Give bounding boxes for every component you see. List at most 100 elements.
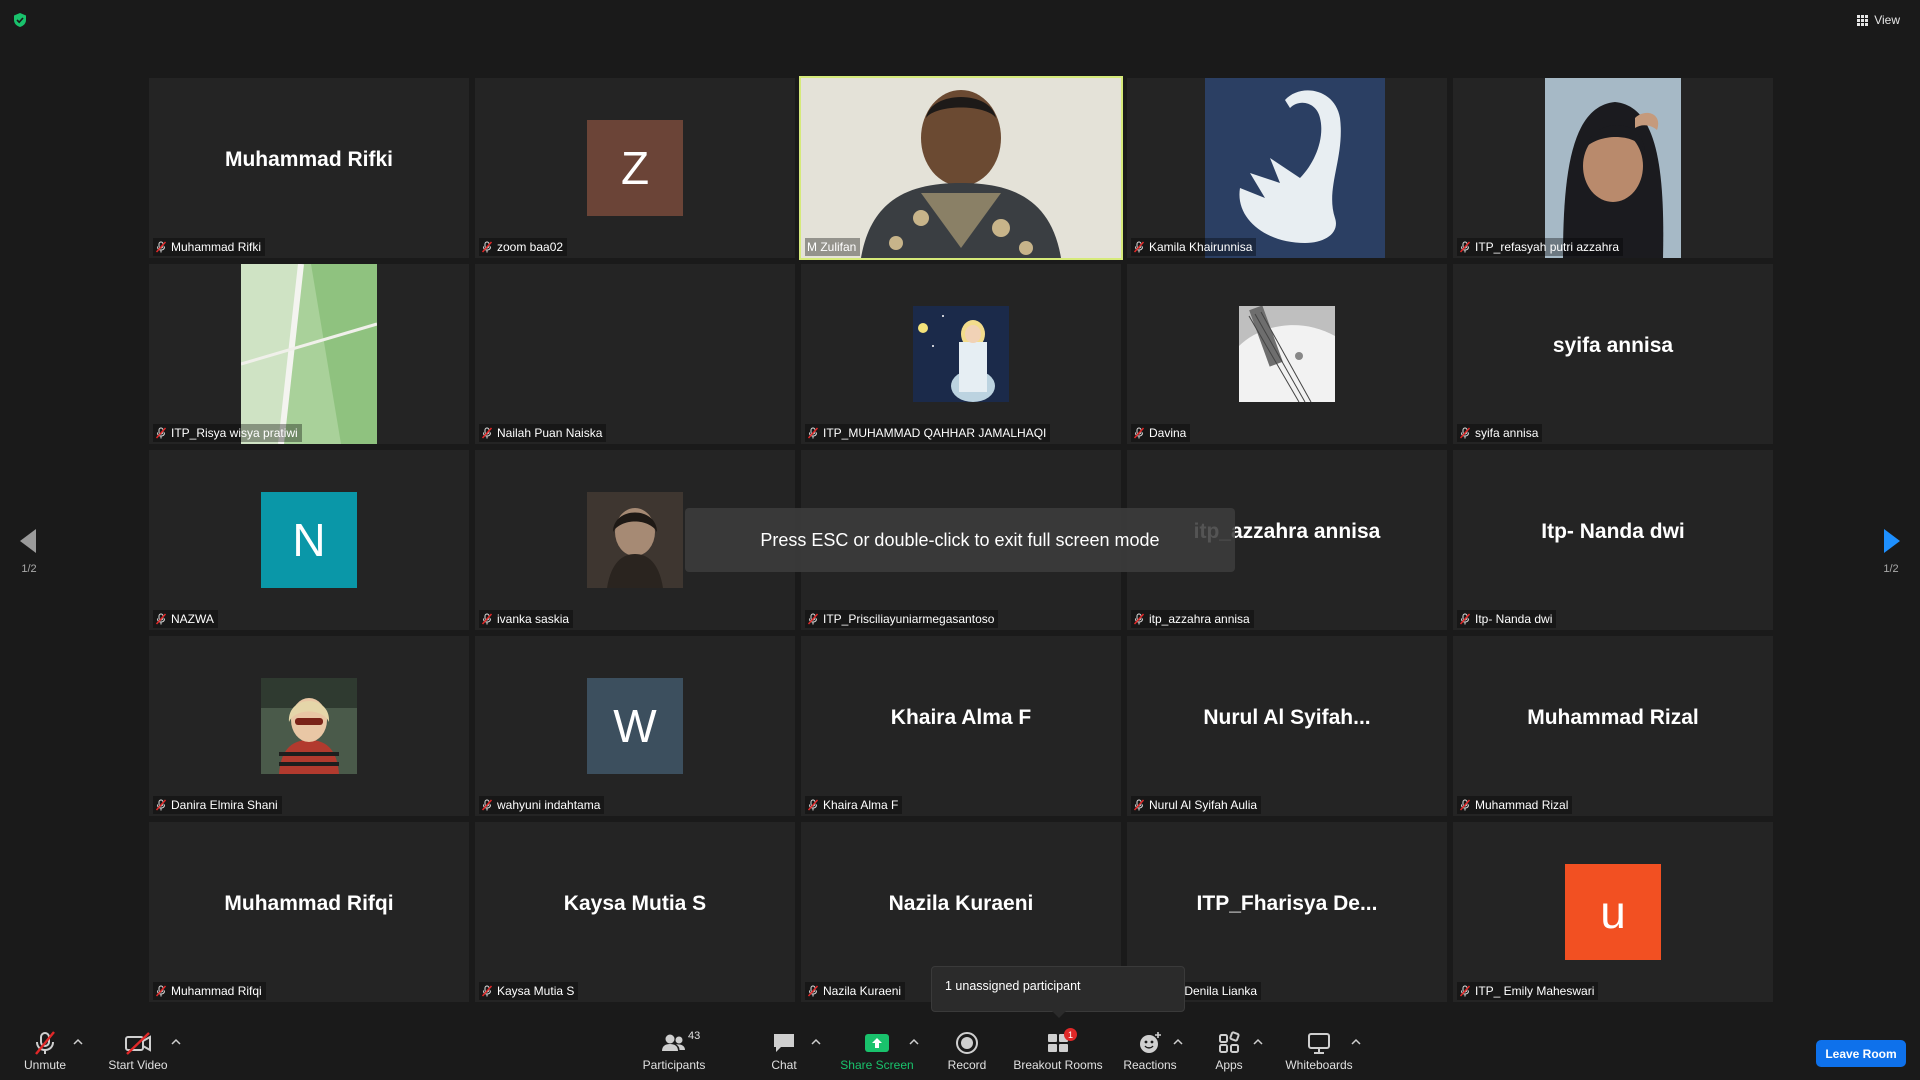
previous-page-arrow[interactable]: 1/2 [14, 523, 44, 575]
mic-muted-icon [1133, 241, 1145, 253]
participant-photo [1545, 78, 1681, 258]
unassigned-participant-tooltip[interactable]: 1 unassigned participant [931, 966, 1185, 1018]
participant-name-label: itp_azzahra annisa [1131, 610, 1254, 628]
participant-name: Muhammad Rifqi [171, 984, 262, 998]
record-button[interactable]: Record [946, 1030, 988, 1078]
participant-tile[interactable]: Kamila Khairunnisa [1127, 78, 1447, 258]
participant-name-label: Nurul Al Syifah Aulia [1131, 796, 1262, 814]
participant-name-label: Muhammad Rifki [153, 238, 266, 256]
unmute-button[interactable]: Unmute [20, 1030, 70, 1078]
participant-tile[interactable]: N NAZWA [149, 450, 469, 630]
participant-tile[interactable]: Kaysa Mutia S Kaysa Mutia S [475, 822, 795, 1002]
participant-tile[interactable]: Nailah Puan Naiska [475, 264, 795, 444]
participant-photo [1205, 78, 1385, 258]
mic-muted-icon [155, 985, 167, 997]
participants-button[interactable]: 43 Participants [642, 1030, 706, 1078]
page-indicator-left: 1/2 [21, 563, 37, 575]
participant-tile[interactable]: Zzoom baa02 [475, 78, 795, 258]
participant-display-name: Itp- Nanda dwi [1541, 520, 1685, 543]
mic-muted-icon [481, 985, 493, 997]
breakout-rooms-button[interactable]: 1 Breakout Rooms [1013, 1028, 1103, 1078]
meeting-toolbar: Unmute Start Video 43 Participants Chat … [0, 1020, 1920, 1080]
audio-options-caret-icon[interactable] [72, 1036, 84, 1048]
chat-button[interactable]: Chat [768, 1030, 800, 1078]
mic-muted-icon [481, 427, 493, 439]
fullscreen-toast: Press ESC or double-click to exit full s… [685, 508, 1235, 572]
participants-icon [662, 1034, 685, 1051]
record-icon [956, 1032, 978, 1054]
participant-tile[interactable]: ITP_refasyah putri azzahra [1453, 78, 1773, 258]
chevron-right-icon [1884, 529, 1900, 553]
participant-name: ITP_Prisciliayuniarmegasantoso [823, 612, 995, 626]
chevron-left-icon [20, 529, 36, 553]
top-bar: View [0, 0, 1920, 40]
participant-name: M Zulifan [807, 240, 857, 254]
start-video-button[interactable]: Start Video [106, 1030, 170, 1078]
participant-name: NAZWA [171, 612, 214, 626]
leave-room-label: Leave Room [1825, 1046, 1897, 1061]
mic-muted-icon [1133, 427, 1145, 439]
participant-tile[interactable]: Muhammad Rizal Muhammad Rizal [1453, 636, 1773, 816]
participant-tile[interactable]: Muhammad Rifqi Muhammad Rifqi [149, 822, 469, 1002]
participant-display-name: ITP_Fharisya De... [1196, 892, 1378, 915]
participant-tile[interactable]: Wwahyuni indahtama [475, 636, 795, 816]
mic-muted-icon [481, 613, 493, 625]
participant-tile[interactable]: Khaira Alma F Khaira Alma F [801, 636, 1121, 816]
chat-options-caret-icon[interactable] [810, 1036, 822, 1048]
participant-tile[interactable]: ITP_MUHAMMAD QAHHAR JAMALHAQI [801, 264, 1121, 444]
start-video-label: Start Video [108, 1058, 168, 1072]
participant-name: wahyuni indahtama [497, 798, 601, 812]
shield-icon[interactable] [12, 12, 28, 28]
participant-thumbnail [587, 492, 683, 588]
participant-name: ITP_MUHAMMAD QAHHAR JAMALHAQI [823, 426, 1047, 440]
mic-muted-icon [35, 1031, 55, 1055]
whiteboards-button[interactable]: Whiteboards [1284, 1030, 1354, 1078]
apps-options-caret-icon[interactable] [1252, 1036, 1264, 1048]
participant-name: itp_azzahra annisa [1149, 612, 1250, 626]
view-button[interactable]: View [1857, 10, 1900, 30]
leave-room-button[interactable]: Leave Room [1816, 1040, 1906, 1067]
participant-avatar: W [587, 678, 683, 774]
apps-button[interactable]: Apps [1214, 1030, 1244, 1078]
whiteboards-options-caret-icon[interactable] [1350, 1036, 1362, 1048]
participant-name-label: Itp- Nanda dwi [1457, 610, 1557, 628]
whiteboards-label: Whiteboards [1285, 1058, 1353, 1072]
chat-icon [774, 1034, 794, 1052]
participant-tile[interactable]: Danira Elmira Shani [149, 636, 469, 816]
participant-name-label: Muhammad Rifqi [153, 982, 266, 1000]
participant-display-name: Khaira Alma F [890, 706, 1032, 729]
grid-icon [1857, 14, 1869, 26]
participant-tile[interactable]: Nurul Al Syifah... Nurul Al Syifah Aulia [1127, 636, 1447, 816]
participant-tile[interactable]: M Zulifan [799, 76, 1123, 260]
participant-tile[interactable]: Itp- Nanda dwi Itp- Nanda dwi [1453, 450, 1773, 630]
view-label: View [1874, 13, 1900, 27]
mic-muted-icon [807, 799, 819, 811]
next-page-arrow[interactable]: 1/2 [1876, 523, 1906, 575]
video-options-caret-icon[interactable] [170, 1036, 182, 1048]
share-options-caret-icon[interactable] [908, 1036, 920, 1048]
reactions-button[interactable]: Reactions [1123, 1030, 1177, 1078]
mic-muted-icon [155, 241, 167, 253]
participant-tile[interactable]: Muhammad Rifki Muhammad Rifki [149, 78, 469, 258]
apps-icon [1219, 1031, 1240, 1053]
participant-tile[interactable]: syifa annisa syifa annisa [1453, 264, 1773, 444]
unassigned-text: 1 unassigned participant [945, 979, 1081, 993]
participant-name: Nazila Kuraeni [823, 984, 902, 998]
participant-name-label: Danira Elmira Shani [153, 796, 282, 814]
reactions-options-caret-icon[interactable] [1172, 1036, 1184, 1048]
participant-name-label: M Zulifan [805, 238, 861, 256]
participant-thumbnail [913, 306, 1009, 402]
share-screen-label: Share Screen [840, 1058, 914, 1072]
participant-avatar: u [1565, 864, 1661, 960]
participant-tile[interactable]: Davina [1127, 264, 1447, 444]
participant-tile[interactable]: ITP_Risya wisya pratiwi [149, 264, 469, 444]
video-off-icon [125, 1032, 151, 1055]
participant-name: zoom baa02 [497, 240, 564, 254]
share-screen-button[interactable]: Share Screen [840, 1030, 914, 1078]
participant-name: Itp- Nanda dwi [1475, 612, 1553, 626]
mic-muted-icon [1133, 613, 1145, 625]
participant-tile[interactable]: u ITP_ Emily Maheswari [1453, 822, 1773, 1002]
participant-name: Kamila Khairunnisa [1149, 240, 1253, 254]
participant-name: ITP_Risya wisya pratiwi [171, 426, 298, 440]
participant-avatar: N [261, 492, 357, 588]
